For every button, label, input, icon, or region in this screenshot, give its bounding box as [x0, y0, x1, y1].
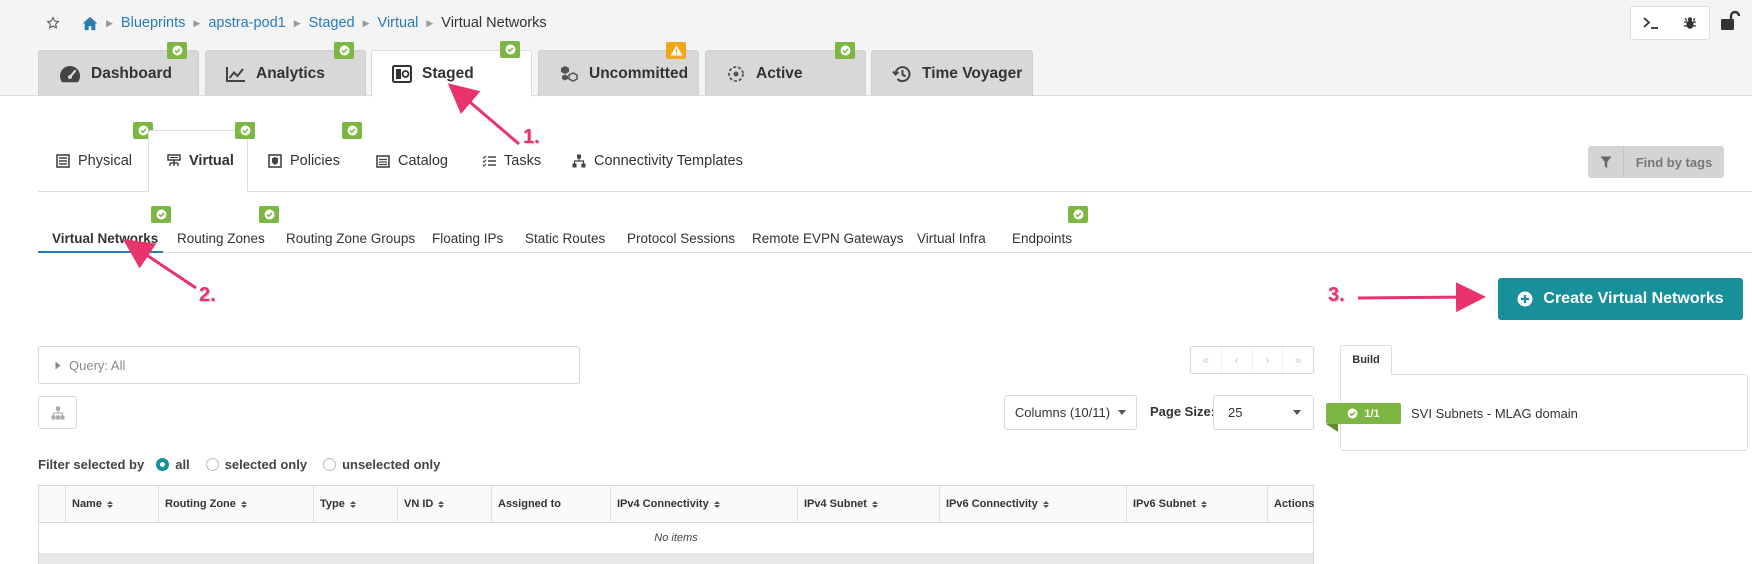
annotation-label-3: 3.	[1328, 284, 1345, 306]
annotation-label-1: 1.	[523, 126, 540, 148]
annotation-arrows	[123, 83, 1486, 313]
tab-build[interactable]: Build	[1340, 345, 1392, 375]
annotation-arrow-3	[1357, 282, 1486, 313]
annotation-arrow-2	[123, 239, 197, 290]
annotation-label-2: 2.	[199, 284, 216, 306]
annotation-arrow-1	[447, 83, 520, 146]
